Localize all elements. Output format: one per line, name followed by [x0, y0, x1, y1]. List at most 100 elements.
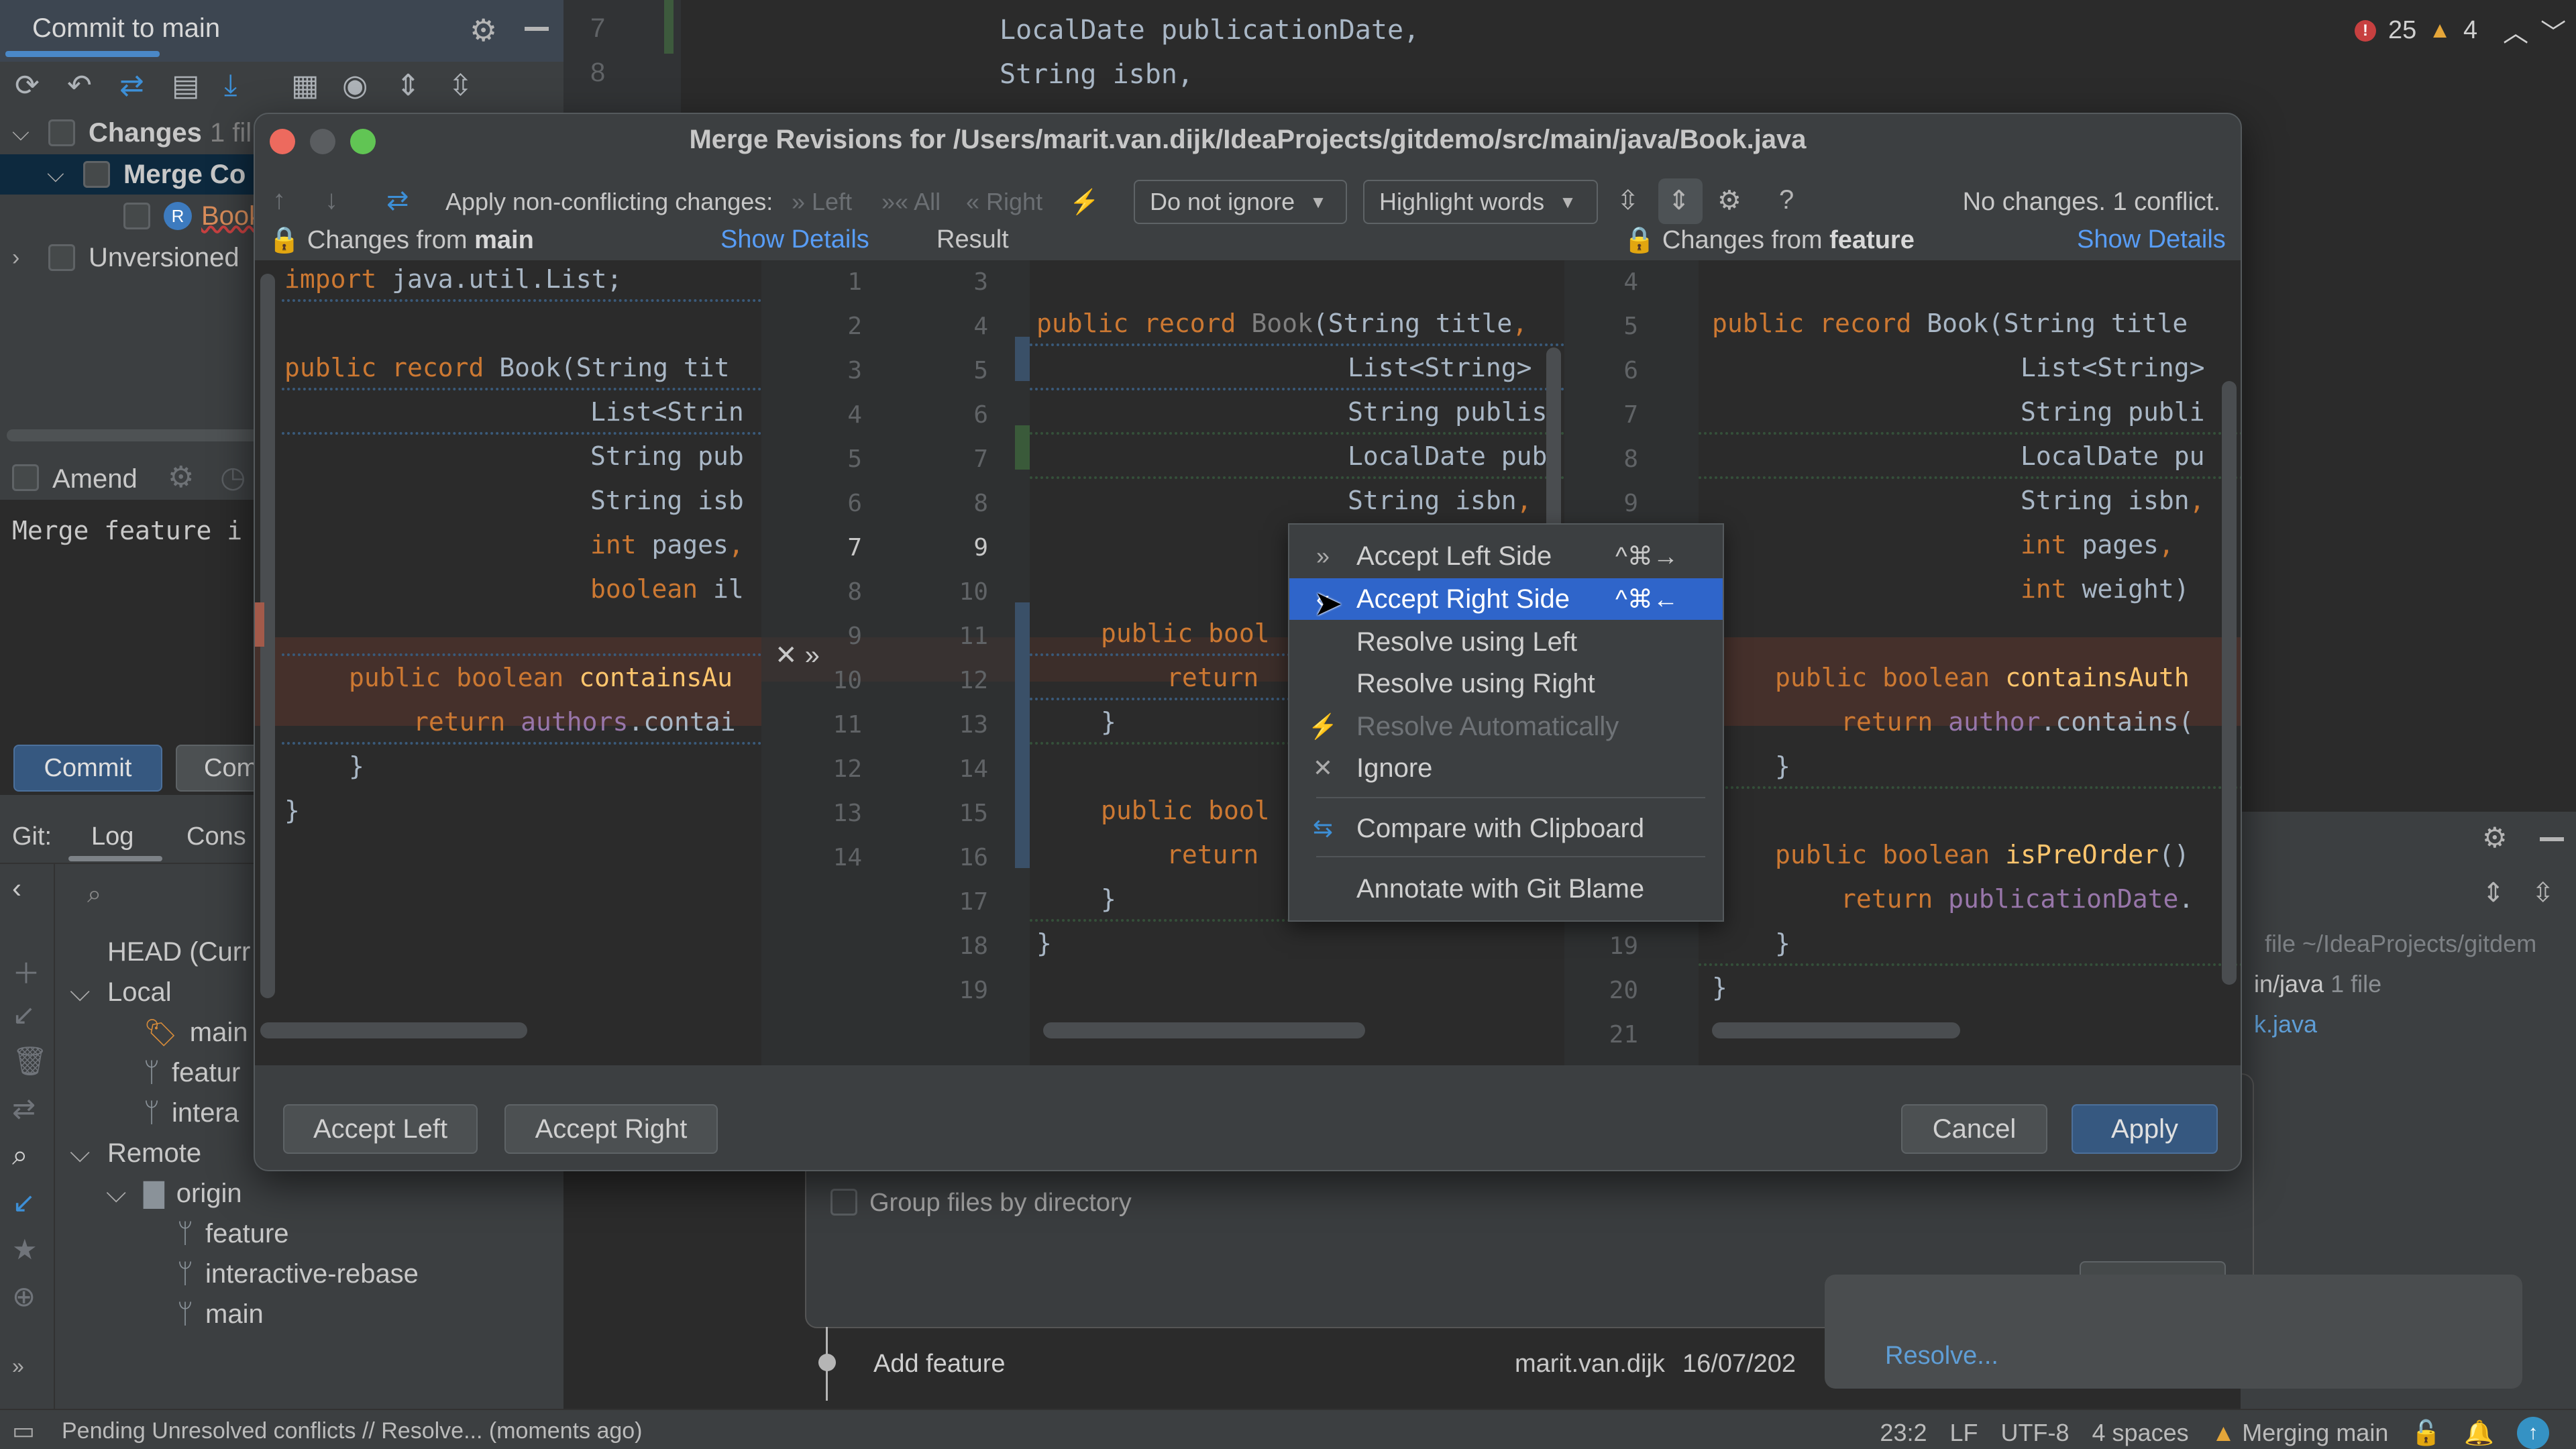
favorite-icon[interactable]: ★ — [12, 1233, 38, 1266]
gear-icon[interactable]: ⚙ — [470, 12, 497, 48]
chevron-right-icon[interactable]: › — [12, 245, 39, 271]
horizontal-scrollbar[interactable] — [260, 1022, 527, 1038]
line-ending[interactable]: LF — [1950, 1419, 1978, 1447]
chevron-down-icon[interactable]: ﹀ — [2540, 12, 2566, 49]
commit-button[interactable]: Commit — [13, 745, 162, 792]
checkbox[interactable] — [48, 244, 75, 271]
gear-icon[interactable]: ⚙ — [2482, 821, 2508, 854]
menu-item-ignore[interactable]: ✕ Ignore — [1289, 747, 1723, 789]
minimize-icon[interactable] — [2540, 837, 2564, 841]
ignore-conflict-icon[interactable]: ✕ — [775, 641, 798, 670]
previous-change-icon[interactable]: ↑ — [272, 185, 286, 215]
more-icon[interactable]: » — [12, 1354, 24, 1379]
cancel-button[interactable]: Cancel — [1901, 1104, 2047, 1154]
shelve-icon[interactable]: ⤓ — [224, 68, 237, 102]
menu-item-accept-left-side[interactable]: » Accept Left Side ^⌘→ — [1289, 535, 1723, 577]
accept-right-button[interactable]: Accept Right — [504, 1104, 718, 1154]
horizontal-scrollbar[interactable] — [1712, 1022, 1960, 1038]
checkbox[interactable] — [48, 119, 75, 146]
tree-node-unversioned[interactable]: › Unversioned — [12, 237, 239, 278]
checkbox[interactable] — [83, 161, 110, 188]
history-icon[interactable]: ◷ — [220, 460, 246, 494]
branch-group-remote[interactable]: ⌵ Remote — [70, 1134, 201, 1173]
apply-button[interactable]: Apply — [2072, 1104, 2218, 1154]
branch-group-local[interactable]: ⌵ Local — [70, 973, 172, 1012]
tab-console[interactable]: Cons — [186, 822, 246, 851]
delete-icon[interactable]: 🗑 — [12, 1045, 48, 1078]
lock-icon[interactable]: 🔓 — [2411, 1419, 2441, 1447]
rollback-icon[interactable]: ↶ — [67, 68, 92, 103]
group-by-icon[interactable]: ▦ — [291, 68, 319, 103]
navigate-icon[interactable]: ⊕ — [12, 1280, 36, 1313]
chevron-down-icon[interactable]: ⌵ — [47, 162, 74, 188]
new-branch-icon[interactable]: ＋ — [12, 951, 40, 992]
accept-left-button[interactable]: Accept Left — [283, 1104, 478, 1154]
collapse-all-icon[interactable]: ⇳ — [2532, 877, 2555, 908]
branch-head[interactable]: HEAD (Curr — [107, 932, 250, 971]
view-options-icon[interactable]: ◉ — [342, 68, 368, 103]
menu-item-resolve-using-right[interactable]: Resolve using Right — [1289, 663, 1723, 704]
search-icon[interactable]: ⌕ — [12, 1139, 28, 1172]
compare-icon[interactable]: ⇄ — [12, 1092, 36, 1125]
expand-all-icon[interactable]: ⇕ — [2482, 877, 2505, 908]
accept-left-icon[interactable]: » — [805, 641, 820, 670]
show-details-right-link[interactable]: Show Details — [2077, 225, 2226, 254]
branch-item[interactable]: ᛘ main — [177, 1295, 264, 1334]
apply-changes-icon[interactable]: ⇄ — [386, 185, 409, 216]
expand-all-icon[interactable]: ⇕ — [396, 68, 421, 103]
chevron-down-icon[interactable]: ⌵ — [12, 120, 39, 146]
branch-item[interactable]: 🏷 main — [144, 1013, 248, 1052]
help-icon[interactable]: ? — [1779, 185, 1794, 215]
gear-icon[interactable]: ⚙ — [168, 460, 194, 494]
branch-item[interactable]: ᛘ feature — [177, 1214, 289, 1253]
collapse-unchanged-icon[interactable]: ⇳ — [1617, 185, 1640, 216]
right-editor[interactable]: public record Book(String title List<Str… — [1699, 260, 2241, 1065]
apply-right-button[interactable]: « Right — [966, 188, 1042, 216]
caret-position[interactable]: 23:2 — [1880, 1419, 1927, 1447]
remote-origin[interactable]: ⌵ ▇ origin — [106, 1174, 242, 1213]
vcs-branch[interactable]: Merging main — [2242, 1419, 2388, 1447]
branch-item[interactable]: ᛘ intera — [144, 1093, 239, 1132]
update-icon[interactable]: ↑ — [2517, 1417, 2549, 1449]
show-details-left-link[interactable]: Show Details — [720, 225, 869, 254]
collapse-all-icon[interactable]: ⇳ — [448, 68, 473, 103]
vertical-scrollbar[interactable] — [2222, 381, 2237, 985]
menu-item-compare-with-clipboard[interactable]: ⇆ Compare with Clipboard — [1289, 808, 1723, 849]
notifications-icon[interactable]: 🔔 — [2464, 1419, 2494, 1447]
menu-item-accept-right-side[interactable]: « Accept Right Side ^⌘← — [1289, 578, 1723, 620]
status-message[interactable]: Pending Unresolved conflicts // Resolve.… — [62, 1418, 643, 1444]
sync-scroll-toggle[interactable]: ⇕ — [1658, 178, 1703, 224]
directory-node[interactable]: in/java 1 file — [2254, 970, 2381, 998]
refresh-icon[interactable]: ⟳ — [15, 68, 40, 103]
diff-icon[interactable]: ⇄ — [119, 68, 144, 103]
changelist-icon[interactable]: ▤ — [172, 68, 200, 103]
apply-left-button[interactable]: » Left — [792, 188, 852, 216]
tree-node-file[interactable]: R Book — [123, 196, 262, 236]
group-files-checkbox[interactable] — [830, 1189, 857, 1216]
update-icon[interactable]: ↙ — [12, 1186, 36, 1219]
settings-icon[interactable]: ⚙ — [1717, 185, 1741, 216]
magic-wand-icon[interactable]: ⚡ — [1069, 188, 1099, 216]
highlight-mode-select[interactable]: Highlight words ▼ — [1363, 180, 1598, 224]
minimize-icon[interactable] — [525, 27, 549, 31]
ignore-whitespace-select[interactable]: Do not ignore ▼ — [1134, 180, 1347, 224]
apply-all-button[interactable]: »« All — [881, 188, 941, 216]
menu-item-resolve-using-left[interactable]: Resolve using Left — [1289, 621, 1723, 663]
log-row[interactable]: Add feature marit.van.dijk 16/07/202 — [805, 1327, 1825, 1401]
inspection-widget[interactable]: ! 25 ▲ 4 ︿ ﹀ — [2355, 12, 2566, 49]
close-window-button[interactable] — [270, 129, 295, 154]
search-icon[interactable]: ⌕ — [87, 880, 101, 909]
maximize-window-button[interactable] — [350, 129, 376, 154]
indent-setting[interactable]: 4 spaces — [2092, 1419, 2189, 1447]
branch-item[interactable]: ᛘ featur — [144, 1053, 240, 1092]
checkbox[interactable] — [123, 203, 150, 229]
back-icon[interactable]: ‹ — [12, 872, 21, 904]
toggle-tool-windows-icon[interactable]: ▭ — [12, 1417, 35, 1445]
tab-log[interactable]: Log — [91, 822, 133, 851]
menu-item-annotate-git-blame[interactable]: Annotate with Git Blame — [1289, 868, 1723, 910]
left-editor[interactable]: import java.util.List; public record Boo… — [255, 260, 761, 1065]
next-change-icon[interactable]: ↓ — [325, 185, 338, 215]
tree-node-changes[interactable]: ⌵ Changes 1 fil — [12, 113, 252, 153]
amend-checkbox[interactable] — [12, 464, 39, 491]
file-encoding[interactable]: UTF-8 — [2001, 1419, 2070, 1447]
